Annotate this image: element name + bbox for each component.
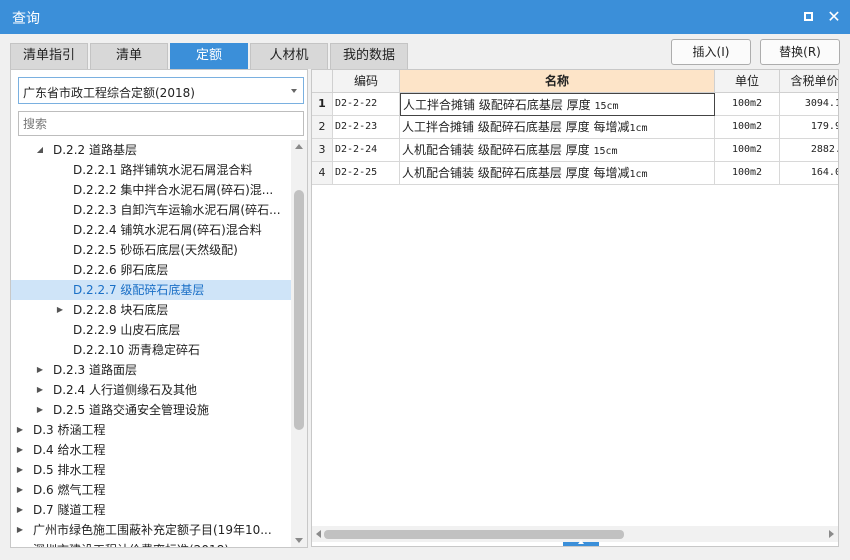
tree-node[interactable]: D.2.2.9 山皮石底层 <box>11 320 293 340</box>
expand-icon[interactable]: ▶ <box>15 440 25 460</box>
cell-name[interactable]: 人机配合铺装 级配碎石底基层 厚度 每增减1cm <box>400 162 715 185</box>
cell-price[interactable]: 2882.6 <box>780 139 838 162</box>
expand-icon[interactable]: ▶ <box>15 480 25 500</box>
row-number[interactable]: 2 <box>312 116 333 139</box>
cell-code[interactable]: D2-2-24 <box>333 139 400 162</box>
tree-node[interactable]: D.2.2.4 铺筑水泥石屑(碎石)混合料 <box>11 220 293 240</box>
row-number[interactable]: 1 <box>312 93 333 116</box>
grid-horizontal-scrollbar[interactable] <box>312 526 838 542</box>
expand-icon[interactable]: ▶ <box>15 520 25 540</box>
row-number-header <box>312 70 333 93</box>
expand-icon[interactable]: ▶ <box>35 360 45 380</box>
scroll-thumb[interactable] <box>294 190 304 430</box>
cell-price[interactable]: 179.98 <box>780 116 838 139</box>
tree-node[interactable]: ▶ D.5 排水工程 <box>11 460 293 480</box>
cell-price[interactable]: 164.03 <box>780 162 838 185</box>
close-icon[interactable]: ✕ <box>826 9 842 25</box>
expand-icon[interactable]: ▶ <box>15 500 25 520</box>
scroll-right-icon[interactable] <box>829 530 834 538</box>
tree-node[interactable]: D.2.2.5 砂砾石底层(天然级配) <box>11 240 293 260</box>
tree-node-selected[interactable]: D.2.2.7 级配碎石底基层 <box>11 280 293 300</box>
tree-node[interactable]: ▶ D.2.4 人行道侧缘石及其他 <box>11 380 293 400</box>
tree-node[interactable]: ▶ D.2.5 道路交通安全管理设施 <box>11 400 293 420</box>
tab-quota[interactable]: 定额 <box>170 43 248 69</box>
column-header-price[interactable]: 含税单价 <box>780 70 838 93</box>
row-number[interactable]: 4 <box>312 162 333 185</box>
tree-node[interactable]: ▶ D.2.2.8 块石底层 <box>11 300 293 320</box>
tab-my-data[interactable]: 我的数据 <box>330 43 408 69</box>
cell-code[interactable]: D2-2-22 <box>333 93 400 116</box>
column-header-name[interactable]: 名称 <box>400 70 715 93</box>
cell-name[interactable]: 人工拌合摊铺 级配碎石底基层 厚度 15cm <box>400 93 715 116</box>
cell-code[interactable]: D2-2-23 <box>333 116 400 139</box>
tree-vertical-scrollbar[interactable] <box>291 140 307 547</box>
collapse-icon[interactable]: ◢ <box>35 140 45 160</box>
tree-node[interactable]: D.2.2.2 集中拌合水泥石屑(碎石)混... <box>11 180 293 200</box>
cell-unit[interactable]: 100m2 <box>715 162 780 185</box>
scroll-left-icon[interactable] <box>316 530 321 538</box>
window-title: 查询 <box>12 11 40 27</box>
expand-icon[interactable]: ▶ <box>15 540 25 547</box>
tree-node[interactable]: ◢ D.2.2 道路基层 <box>11 140 293 160</box>
replace-button[interactable]: 替换(R) <box>760 39 840 65</box>
search-input[interactable] <box>18 111 304 136</box>
expand-icon[interactable]: ▶ <box>15 460 25 480</box>
tree-node[interactable]: ▶ D.2.3 道路面层 <box>11 360 293 380</box>
title-bar: 查询 ✕ <box>0 0 850 34</box>
quota-tree: ◢ D.2.2 道路基层 D.2.2.1 路拌铺筑水泥石屑混合料 D.2.2.2 … <box>11 140 293 547</box>
tree-node[interactable]: D.2.2.6 卵石底层 <box>11 260 293 280</box>
cell-price[interactable]: 3094.13 <box>780 93 838 116</box>
panel-splitter-handle[interactable] <box>563 540 599 546</box>
cell-unit[interactable]: 100m2 <box>715 93 780 116</box>
cell-unit[interactable]: 100m2 <box>715 116 780 139</box>
tree-node[interactable]: D.2.2.10 沥青稳定碎石 <box>11 340 293 360</box>
expand-icon[interactable]: ▶ <box>55 300 65 320</box>
chevron-down-icon <box>291 89 297 93</box>
column-header-unit[interactable]: 单位 <box>715 70 780 93</box>
library-select[interactable]: 广东省市政工程综合定额(2018) <box>18 77 304 104</box>
left-panel: 广东省市政工程综合定额(2018) ◢D.2.2 道路基层 D.2.2.1 路拌… <box>10 69 308 548</box>
row-number[interactable]: 3 <box>312 139 333 162</box>
results-panel: 编码 名称 单位 含税单价 1 D2-2-22 人工拌合摊铺 级配碎石底基层 厚… <box>311 69 839 547</box>
maximize-icon[interactable] <box>800 9 816 25</box>
column-header-code[interactable]: 编码 <box>333 70 400 93</box>
scroll-up-icon[interactable] <box>295 144 303 149</box>
tab-bill-guide[interactable]: 清单指引 <box>10 43 88 69</box>
cell-name[interactable]: 人机配合铺装 级配碎石底基层 厚度 15cm <box>400 139 715 162</box>
tree-node[interactable]: D.2.2.1 路拌铺筑水泥石屑混合料 <box>11 160 293 180</box>
expand-icon[interactable]: ▶ <box>15 420 25 440</box>
tab-bill[interactable]: 清单 <box>90 43 168 69</box>
tab-labor-material[interactable]: 人材机 <box>250 43 328 69</box>
scroll-down-icon[interactable] <box>295 538 303 543</box>
tree-node[interactable]: D.2.2.3 自卸汽车运输水泥石屑(碎石... <box>11 200 293 220</box>
tree-node[interactable]: ▶ D.7 隧道工程 <box>11 500 293 520</box>
chevron-up-icon <box>578 540 584 544</box>
tree-node[interactable]: ▶ D.4 给水工程 <box>11 440 293 460</box>
tree-node[interactable]: ▶深圳市建设工程计价费率标准(2018) <box>11 540 293 547</box>
scroll-thumb[interactable] <box>324 530 624 539</box>
insert-button[interactable]: 插入(I) <box>671 39 751 65</box>
library-select-value: 广东省市政工程综合定额(2018) <box>23 86 195 100</box>
cell-unit[interactable]: 100m2 <box>715 139 780 162</box>
expand-icon[interactable]: ▶ <box>35 380 45 400</box>
tree-node[interactable]: ▶ D.3 桥涵工程 <box>11 420 293 440</box>
tree-node[interactable]: ▶ 广州市绿色施工围蔽补充定额子目(19年10... <box>11 520 293 540</box>
cell-code[interactable]: D2-2-25 <box>333 162 400 185</box>
tree-node[interactable]: ▶ D.6 燃气工程 <box>11 480 293 500</box>
cell-name[interactable]: 人工拌合摊铺 级配碎石底基层 厚度 每增减1cm <box>400 116 715 139</box>
expand-icon[interactable]: ▶ <box>35 400 45 420</box>
